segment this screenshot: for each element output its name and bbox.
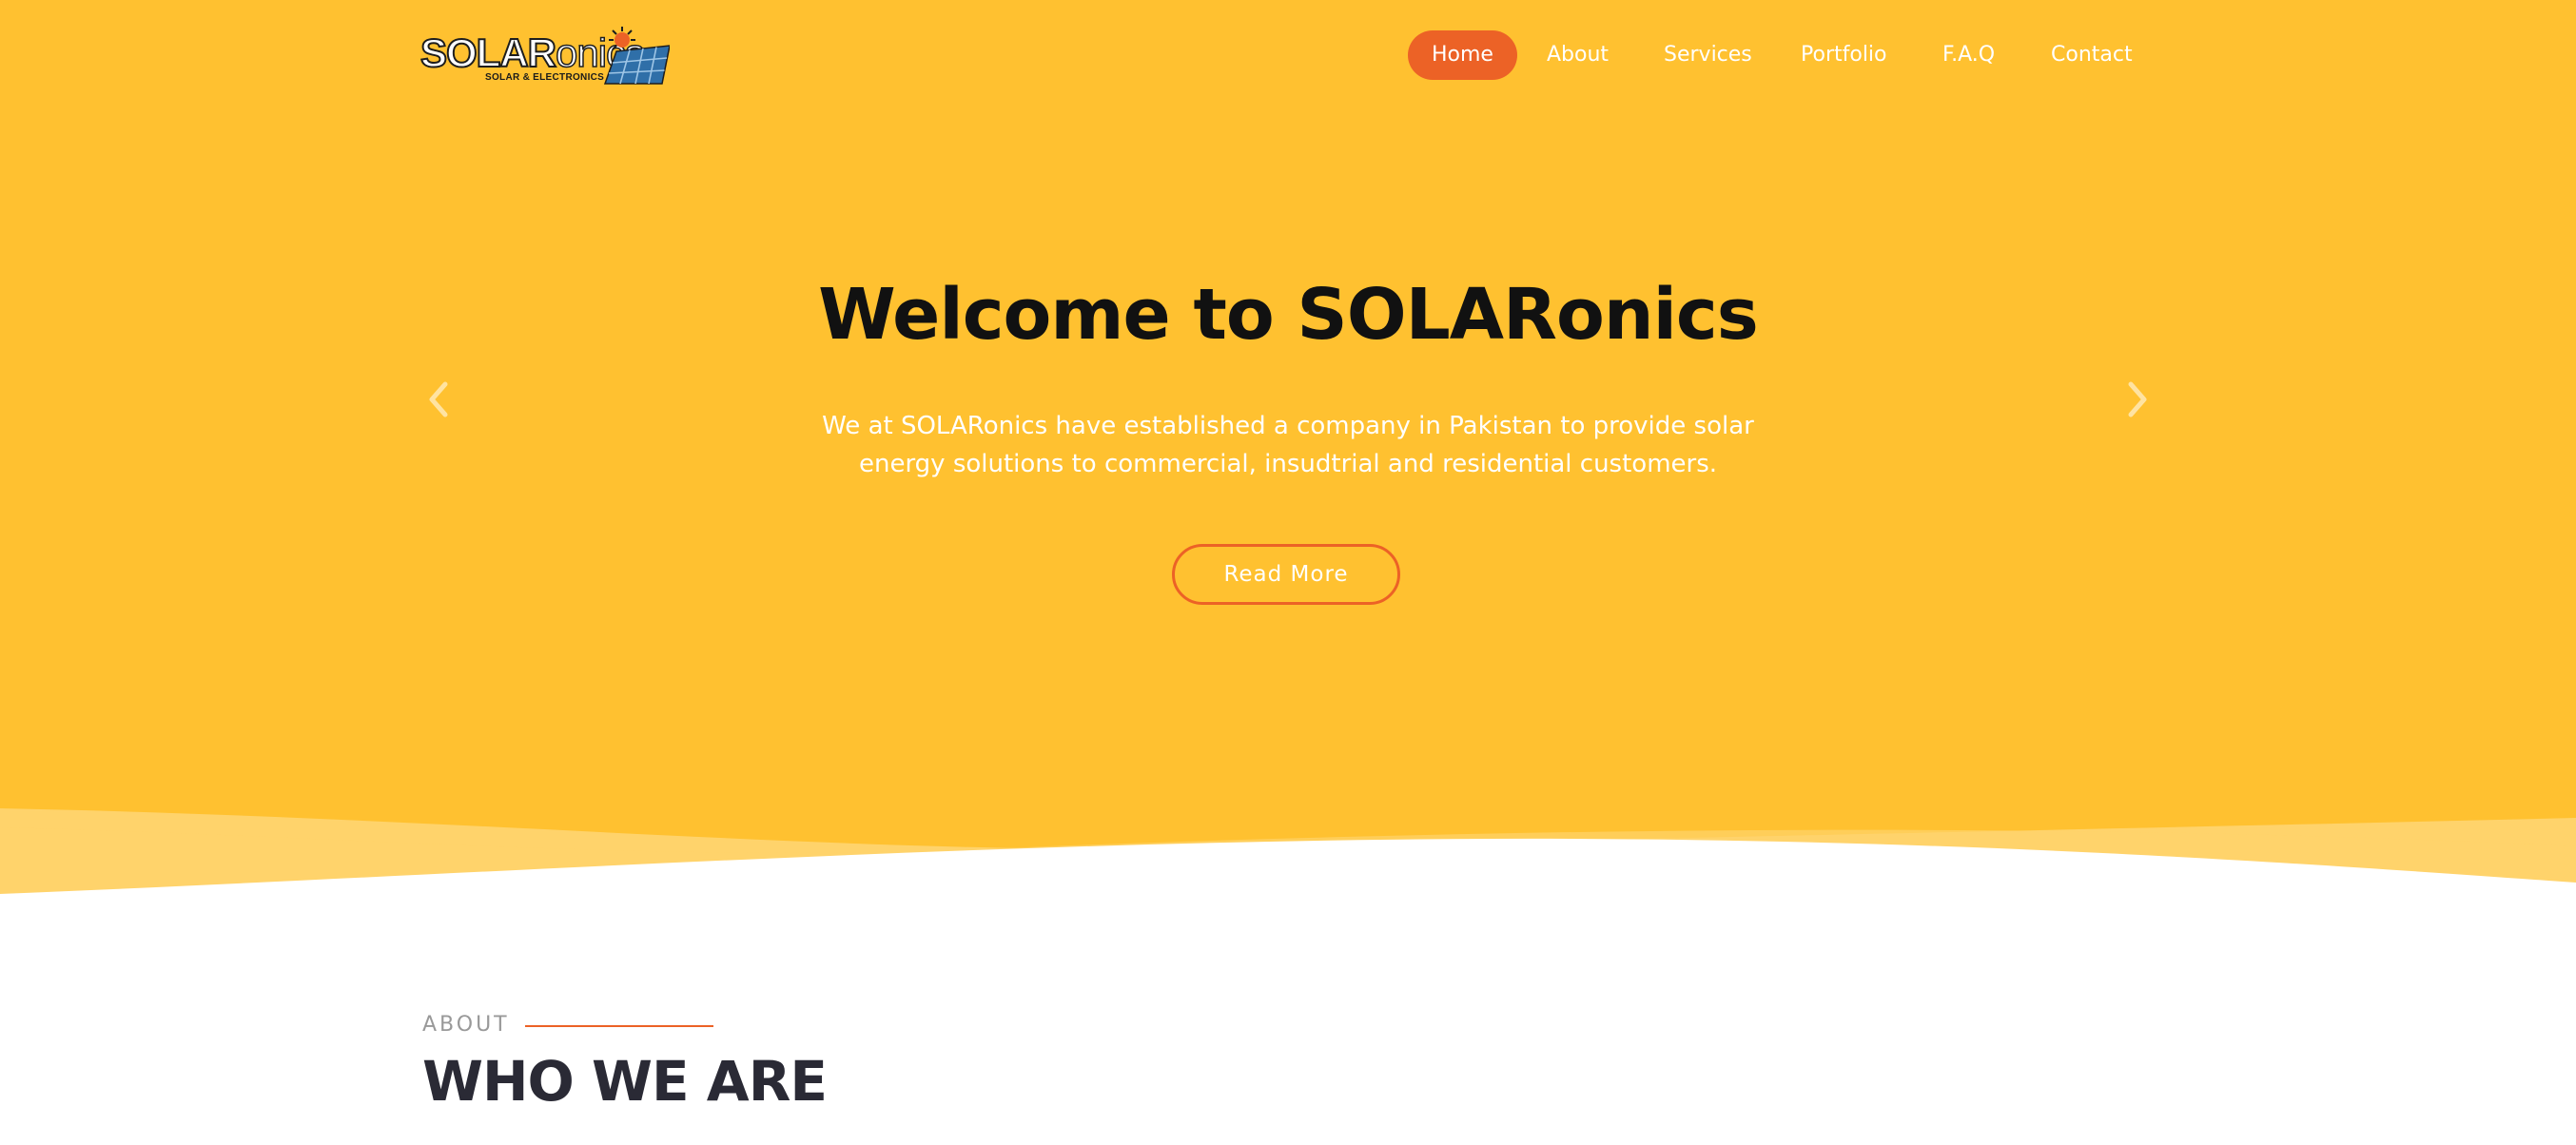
- logo-tagline: SOLAR & ELECTRONICS: [485, 72, 605, 83]
- page: SOLARonics SOLAR & ELECTRONICS Home Abou…: [0, 0, 2576, 1145]
- logo[interactable]: SOLARonics SOLAR & ELECTRONICS: [420, 27, 670, 87]
- hero-description: We at SOLARonics have established a comp…: [822, 412, 1754, 478]
- nav-item-home[interactable]: Home: [1408, 30, 1517, 80]
- chevron-left-icon[interactable]: [420, 377, 459, 422]
- hero-title: Welcome to SOLARonics: [818, 274, 1759, 356]
- nav-item-faq[interactable]: F.A.Q: [1942, 30, 1995, 80]
- nav-item-about[interactable]: About: [1547, 30, 1609, 80]
- solar-panel-icon: [603, 27, 670, 85]
- logo-wordmark-main: SOLAR: [420, 29, 557, 76]
- chevron-right-icon[interactable]: [2117, 377, 2156, 422]
- section-title: WHO WE ARE: [422, 1049, 828, 1114]
- nav-item-services[interactable]: Services: [1664, 30, 1752, 80]
- hero-wave-divider: [0, 808, 2576, 922]
- nav-item-portfolio[interactable]: Portfolio: [1801, 30, 1887, 80]
- hero-section: SOLARonics SOLAR & ELECTRONICS Home Abou…: [0, 0, 2576, 913]
- section-divider: [525, 1025, 713, 1027]
- read-more-button[interactable]: Read More: [1172, 544, 1400, 605]
- nav-item-contact[interactable]: Contact: [2051, 30, 2133, 80]
- section-tag: ABOUT: [422, 1013, 510, 1037]
